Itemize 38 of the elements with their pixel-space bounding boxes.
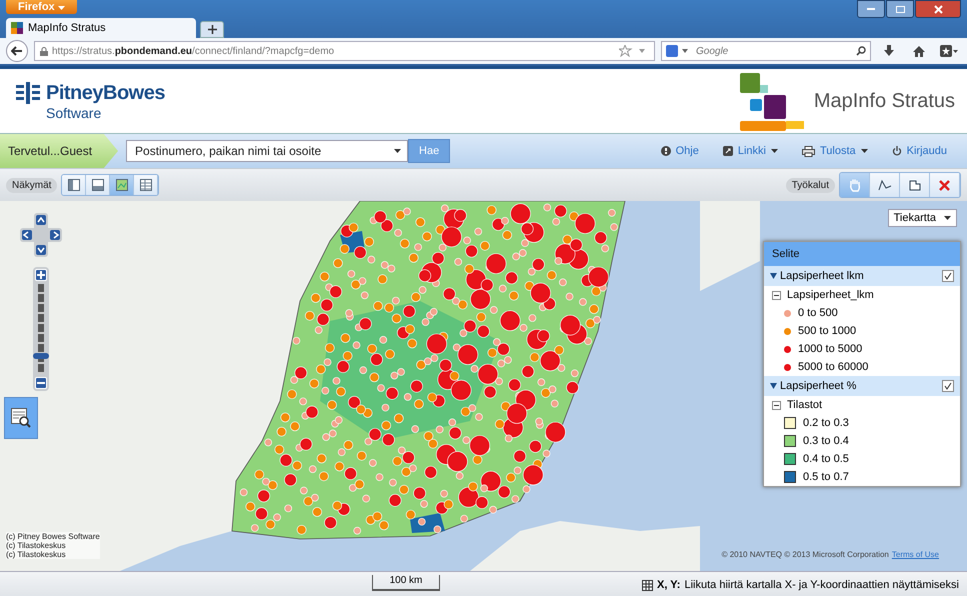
legend-label: 0.2 to 0.3 [803, 417, 849, 429]
legend-label: 0.4 to 0.5 [803, 453, 849, 465]
scale-bar: 100 km [372, 575, 440, 591]
legend-label: 0.3 to 0.4 [803, 435, 849, 447]
product-name: MapInfo Stratus [814, 90, 955, 112]
legend-label: 1000 to 5000 [798, 343, 862, 355]
tools-label: Työkalut [786, 178, 835, 192]
welcome-label: Tervetul...Guest [0, 134, 118, 168]
search-button[interactable]: Hae [408, 139, 450, 163]
app-menu-button[interactable]: Firefox [6, 0, 77, 14]
toolbar-link[interactable]: Tulosta [802, 145, 868, 157]
legend-label: 5000 to 60000 [798, 361, 868, 373]
company-name: PitneyBowes [46, 82, 165, 104]
toolbar-link[interactable]: Ohje [660, 145, 699, 157]
company-subtitle: Software [46, 104, 102, 120]
legend-label: 0 to 500 [798, 307, 838, 319]
group-name: Lapsiperheet_lkm [787, 289, 874, 301]
legend-label: 500 to 1000 [798, 325, 856, 337]
terms-link[interactable]: Terms of Use [892, 550, 939, 559]
copyright-text: © 2010 NAVTEQ © 2013 Microsoft Corporation [722, 550, 889, 559]
basemap-dropdown[interactable]: Tiekartta [888, 209, 957, 227]
browser-tab[interactable]: MapInfo Stratus [6, 18, 196, 38]
views-label: Näkymät [6, 178, 58, 192]
layer-name: Lapsiperheet lkm [780, 270, 864, 282]
toolbar-link[interactable]: Linkki [722, 145, 778, 157]
legend-label: 0.5 to 0.7 [803, 471, 849, 483]
attribution-text: (c) Tilastokeskus [6, 541, 67, 550]
coordinates-hint: Liikuta hiirtä kartalla X- ja Y-koordinaattien näyttämiseksi [684, 579, 959, 591]
attribution-text: (c) Pitney Bowes Software [6, 532, 100, 541]
toolbar-link[interactable]: Kirjaudu [892, 145, 947, 157]
coordinates-label: X, Y: [657, 579, 680, 591]
attribution-text: (c) Tilastokeskus [6, 550, 67, 559]
search-field[interactable]: Google [692, 41, 852, 61]
layer-name: Lapsiperheet % [780, 380, 856, 392]
address-bar[interactable]: https://stratus.pbondemand.eu/connect/finland/?mapcfg=demo [34, 41, 655, 61]
legend-title: Selite [772, 248, 800, 260]
group-name: Tilastot [787, 399, 822, 411]
location-search-field[interactable]: Postinumero, paikan nimi tai osoite [126, 140, 408, 162]
